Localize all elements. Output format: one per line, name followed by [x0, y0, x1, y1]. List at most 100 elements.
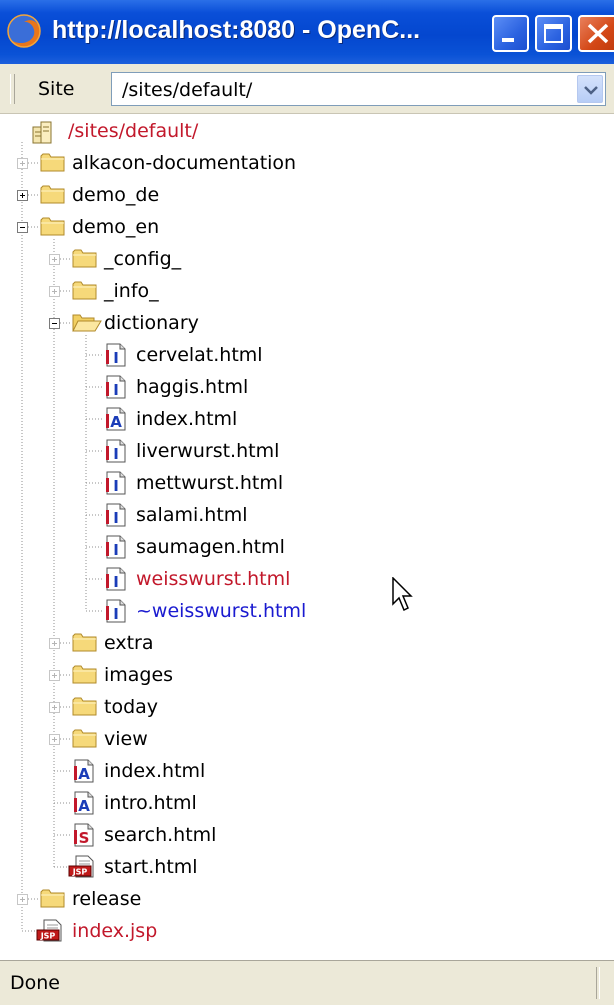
status-text: Done	[10, 972, 60, 994]
tree-node-label: intro.html	[104, 792, 197, 814]
toolbar-grip[interactable]	[10, 74, 15, 104]
folder-icon	[40, 183, 66, 205]
html-page-icon: I	[106, 439, 126, 463]
tree-node-label: _config_	[104, 248, 182, 270]
tree-node-label: dictionary	[104, 312, 199, 334]
tree-node-label: haggis.html	[136, 376, 249, 398]
tree-node-label: release	[72, 888, 142, 910]
tree-node-alkacon-documentation[interactable]: alkacon-documentation	[0, 147, 560, 179]
folder-icon	[72, 663, 98, 685]
svg-text:I: I	[113, 509, 119, 527]
tree-node-intro[interactable]: Aintro.html	[0, 787, 560, 819]
tree-node-salami[interactable]: Isalami.html	[0, 499, 560, 531]
svg-text:I: I	[113, 541, 119, 559]
tree-node-label: _info_	[104, 280, 159, 302]
close-button[interactable]	[578, 15, 614, 52]
tree-node-_info_[interactable]: _info_	[0, 275, 560, 307]
tree-node-_config_[interactable]: _config_	[0, 243, 560, 275]
expand-icon[interactable]	[17, 894, 28, 905]
site-toolbar: Site /sites/default/	[0, 64, 614, 114]
site-select-value: /sites/default/	[122, 79, 253, 101]
tree-node-extra[interactable]: extra	[0, 627, 560, 659]
site-select[interactable]: /sites/default/	[111, 72, 606, 106]
expand-icon[interactable]	[49, 254, 60, 265]
tree-node-label: demo_en	[72, 216, 160, 238]
jsp-file-icon: JSP	[68, 855, 96, 879]
expand-icon[interactable]	[49, 734, 60, 745]
tree-node-label: images	[104, 664, 174, 686]
expand-icon[interactable]	[49, 702, 60, 713]
tree-node-label: liverwurst.html	[136, 440, 280, 462]
xml-page-icon: A	[106, 407, 126, 431]
maximize-button[interactable]	[535, 15, 572, 52]
tree-node-label: extra	[104, 632, 154, 654]
tree-node-en-index[interactable]: Aindex.html	[0, 755, 560, 787]
collapse-icon[interactable]	[17, 222, 28, 233]
tree-node-view[interactable]: view	[0, 723, 560, 755]
tree-node-label: index.html	[136, 408, 238, 430]
minimize-button[interactable]	[492, 15, 529, 52]
tree-node-dictionary[interactable]: dictionary	[0, 307, 560, 339]
tree-root-row[interactable]: /sites/default/	[0, 115, 400, 147]
resource-tree[interactable]: /sites/default/ alkacon-documentation dem…	[0, 114, 614, 960]
xml-page-icon: A	[74, 759, 94, 783]
expand-icon[interactable]	[49, 286, 60, 297]
tree-node-cervelat[interactable]: Icervelat.html	[0, 339, 560, 371]
tree-node-dict-index[interactable]: Aindex.html	[0, 403, 560, 435]
tree-node-demo_en[interactable]: demo_en	[0, 211, 560, 243]
status-separator	[596, 967, 600, 999]
folder-icon	[40, 215, 66, 237]
expand-icon[interactable]	[49, 670, 60, 681]
status-bar: Done	[0, 960, 614, 1005]
tree-node-weisswurst-tilde[interactable]: I ~weisswurst.html	[0, 595, 560, 627]
svg-text:I: I	[113, 381, 119, 399]
tree-node-haggis[interactable]: Ihaggis.html	[0, 371, 560, 403]
svg-text:I: I	[113, 573, 119, 591]
expand-icon[interactable]	[17, 190, 28, 201]
xml-page-icon: A	[74, 791, 94, 815]
tree-node-label: cervelat.html	[136, 344, 263, 366]
tree-node-weisswurst[interactable]: Iweisswurst.html	[0, 563, 560, 595]
svg-text:I: I	[113, 477, 119, 495]
collapse-icon[interactable]	[49, 318, 60, 329]
folder-icon	[72, 279, 98, 301]
tree-node-saumagen[interactable]: Isaumagen.html	[0, 531, 560, 563]
tree-node-images[interactable]: images	[0, 659, 560, 691]
expand-icon[interactable]	[49, 638, 60, 649]
close-icon	[587, 23, 609, 44]
svg-text:A: A	[78, 797, 90, 815]
tree-node-liverwurst[interactable]: Iliverwurst.html	[0, 435, 560, 467]
tree-node-label: ~weisswurst.html	[136, 600, 307, 622]
tree-node-search[interactable]: Ssearch.html	[0, 819, 560, 851]
html-page-icon: I	[106, 375, 126, 399]
firefox-icon	[7, 14, 41, 48]
folder-icon	[72, 247, 98, 269]
svg-text:JSP: JSP	[72, 868, 88, 877]
site-label: Site	[38, 78, 75, 100]
svg-text:JSP: JSP	[40, 932, 56, 941]
tree-node-index-jsp[interactable]: JSP index.jsp	[0, 915, 560, 947]
tree-node-start[interactable]: JSP start.html	[0, 851, 560, 883]
expand-icon[interactable]	[17, 158, 28, 169]
tree-node-label: weisswurst.html	[136, 568, 291, 590]
tree-node-release[interactable]: release	[0, 883, 560, 915]
tree-node-mettwurst[interactable]: Imettwurst.html	[0, 467, 560, 499]
html-page-icon: I	[106, 535, 126, 559]
html-page-icon: I	[106, 567, 126, 591]
folder-icon	[72, 727, 98, 749]
html-page-icon: I	[106, 471, 126, 495]
folder-icon	[72, 695, 98, 717]
window-title-bar[interactable]: http://localhost:8080 - OpenC...	[0, 0, 614, 64]
tree-node-label: alkacon-documentation	[72, 152, 297, 174]
tree-node-label: search.html	[104, 824, 217, 846]
svg-text:A: A	[110, 413, 122, 431]
svg-text:I: I	[113, 349, 119, 367]
tree-node-demo_de[interactable]: demo_de	[0, 179, 560, 211]
folder-icon	[72, 631, 98, 653]
dropdown-arrow-button[interactable]	[577, 75, 603, 103]
tree-node-today[interactable]: today	[0, 691, 560, 723]
tree-node-label: start.html	[104, 856, 198, 878]
tree-node-label: demo_de	[72, 184, 160, 206]
html-page-icon: I	[106, 599, 126, 623]
folder-open-icon	[72, 311, 102, 333]
